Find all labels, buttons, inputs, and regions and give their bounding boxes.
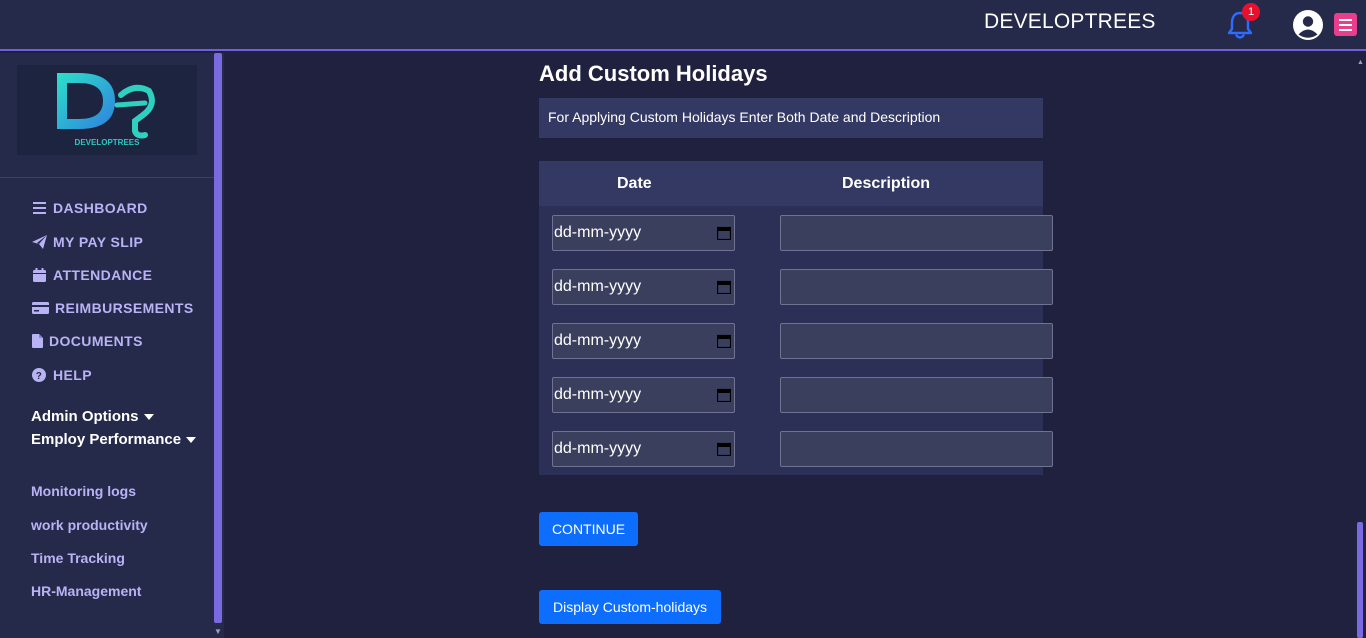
admin-options-label: Admin Options — [31, 408, 139, 425]
date-placeholder: dd-mm-yyyy — [554, 332, 642, 349]
question-circle-icon: ? — [31, 367, 47, 383]
nav-my-pay-slip[interactable]: MY PAY SLIP — [31, 232, 143, 252]
date-placeholder: dd-mm-yyyy — [554, 224, 642, 241]
menu-line — [1339, 24, 1352, 26]
calendar-picker-icon[interactable] — [717, 388, 731, 402]
nav-help[interactable]: ? HELP — [31, 365, 92, 385]
paper-plane-icon — [31, 234, 47, 250]
table-header: Date Description — [539, 161, 1043, 206]
caret-down-icon — [186, 437, 197, 444]
nav-label: DOCUMENTS — [49, 333, 143, 349]
menu-toggle-button[interactable] — [1334, 13, 1357, 36]
link-time-tracking[interactable]: Time Tracking — [31, 550, 125, 566]
description-column-header: Description — [842, 175, 931, 192]
continue-button[interactable]: CONTINUE — [539, 512, 638, 546]
menu-line — [1339, 19, 1352, 21]
sidebar: DEVELOPTREES DASHBOARD MY PAY SLIP ATTEN… — [0, 53, 224, 638]
nav-dashboard[interactable]: DASHBOARD — [31, 198, 148, 218]
top-navbar: DEVELOPTREES 1 — [0, 0, 1366, 51]
date-input[interactable]: dd-mm-yyyy — [552, 323, 735, 359]
credit-card-icon — [31, 300, 49, 316]
scrollbar-thumb[interactable] — [1357, 522, 1363, 638]
nav-label: HELP — [53, 367, 92, 383]
logo-graphic: DEVELOPTREES — [57, 73, 155, 147]
file-icon — [31, 333, 43, 349]
brand-name: DEVELOPTREES — [984, 10, 1156, 33]
display-custom-holidays-button[interactable]: Display Custom-holidays — [539, 590, 721, 624]
calendar-icon — [31, 267, 47, 283]
svg-text:?: ? — [36, 371, 43, 382]
link-monitoring-logs[interactable]: Monitoring logs — [31, 483, 136, 499]
description-input[interactable] — [780, 215, 1053, 251]
scroll-down-arrow-icon[interactable]: ▼ — [214, 627, 222, 636]
company-logo: DEVELOPTREES — [17, 65, 197, 155]
nav-label: MY PAY SLIP — [53, 234, 144, 250]
nav-label: ATTENDANCE — [53, 267, 153, 283]
calendar-picker-icon[interactable] — [717, 334, 731, 348]
date-input[interactable]: dd-mm-yyyy — [552, 377, 735, 413]
date-placeholder: dd-mm-yyyy — [554, 278, 642, 295]
bars-icon — [31, 200, 47, 216]
main-scrollbar[interactable]: ▲ — [1354, 53, 1366, 638]
date-placeholder: dd-mm-yyyy — [554, 440, 642, 457]
description-input[interactable] — [780, 431, 1053, 467]
description-input[interactable] — [780, 323, 1053, 359]
user-avatar-icon[interactable] — [1292, 9, 1324, 41]
date-input[interactable]: dd-mm-yyyy — [552, 269, 735, 305]
info-message: For Applying Custom Holidays Enter Both … — [539, 98, 1043, 138]
logo-text: DEVELOPTREES — [75, 138, 141, 147]
logo-divider — [0, 177, 214, 178]
calendar-picker-icon[interactable] — [717, 280, 731, 294]
menu-line — [1339, 29, 1352, 31]
date-column-header: Date — [617, 175, 652, 192]
page-title: Add Custom Holidays — [539, 61, 768, 86]
notification-badge: 1 — [1242, 3, 1260, 21]
nav-reimbursements[interactable]: REIMBURSEMENTS — [31, 298, 194, 318]
employ-performance-label: Employ Performance — [31, 431, 182, 448]
date-placeholder: dd-mm-yyyy — [554, 386, 642, 403]
admin-options-dropdown[interactable]: Admin Options — [31, 408, 154, 425]
scroll-up-arrow-icon[interactable]: ▲ — [1357, 59, 1364, 66]
date-input[interactable]: dd-mm-yyyy — [552, 215, 735, 251]
employ-performance-dropdown[interactable]: Employ Performance — [31, 431, 197, 448]
link-hr-management[interactable]: HR-Management — [31, 583, 141, 599]
date-input[interactable]: dd-mm-yyyy — [552, 431, 735, 467]
sidebar-scrollbar[interactable] — [214, 53, 222, 623]
nav-label: DASHBOARD — [53, 200, 148, 216]
calendar-picker-icon[interactable] — [717, 442, 731, 456]
description-input[interactable] — [780, 269, 1053, 305]
nav-attendance[interactable]: ATTENDANCE — [31, 265, 152, 285]
description-input[interactable] — [780, 377, 1053, 413]
nav-label: REIMBURSEMENTS — [55, 300, 194, 316]
caret-down-icon — [143, 414, 154, 421]
link-work-productivity[interactable]: work productivity — [31, 517, 148, 533]
calendar-picker-icon[interactable] — [717, 226, 731, 240]
nav-documents[interactable]: DOCUMENTS — [31, 331, 143, 351]
holidays-table: Date Description — [539, 161, 1043, 475]
